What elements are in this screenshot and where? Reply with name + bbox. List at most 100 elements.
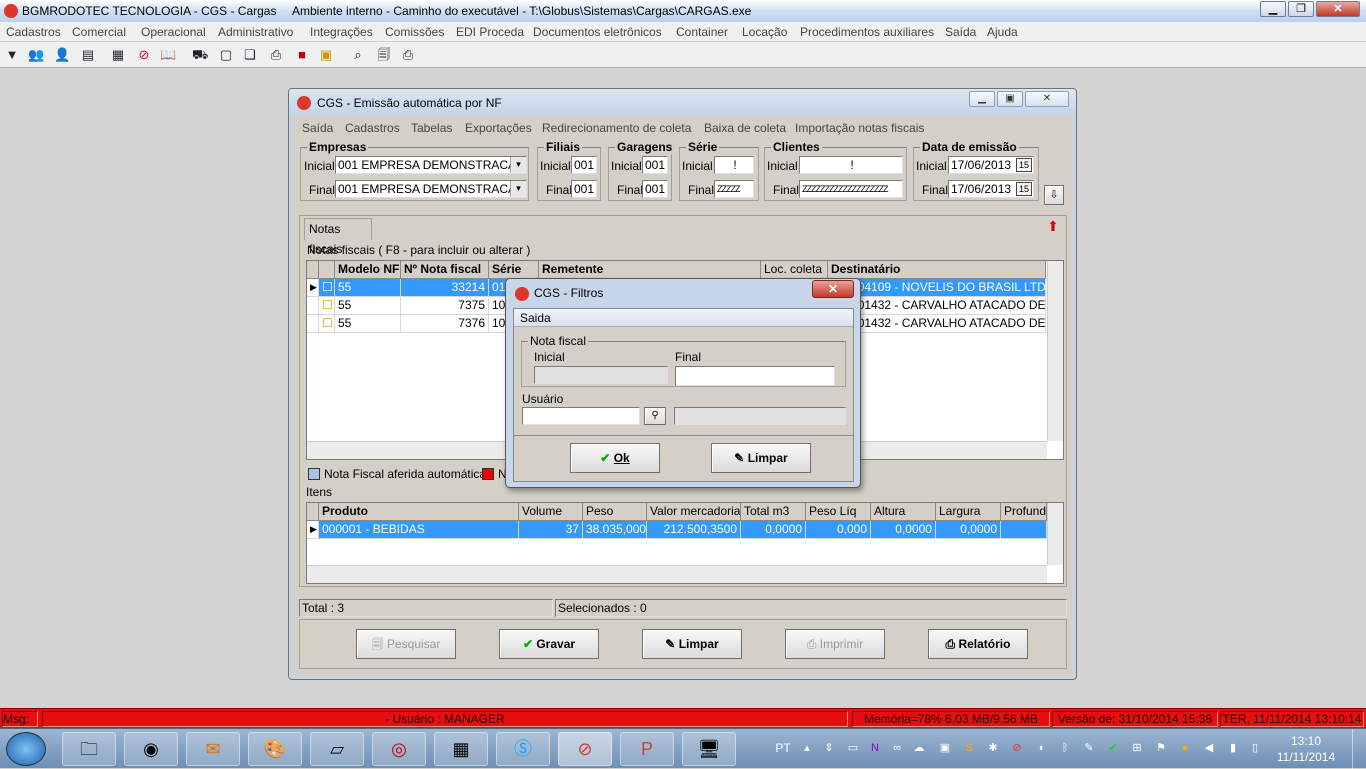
- data-final-input[interactable]: 17/06/2013 15: [948, 180, 1034, 198]
- outlook-taskbar-icon[interactable]: ✉: [186, 732, 240, 766]
- col-produto[interactable]: Produto: [319, 503, 519, 521]
- gravar-button[interactable]: ✔ Gravar: [499, 629, 599, 659]
- checkbox[interactable]: ☐: [319, 297, 335, 315]
- arrow-up-icon[interactable]: ⬆: [1044, 218, 1062, 238]
- menu-cadastros[interactable]: Cadastros: [6, 25, 61, 39]
- action-center-icon[interactable]: ⚑: [1154, 741, 1168, 755]
- wmenu-redirecionamento[interactable]: Redirecionamento de coleta: [542, 121, 691, 135]
- dialog-close-button[interactable]: ✕: [812, 280, 854, 298]
- col-peso[interactable]: Peso: [583, 503, 647, 521]
- onenote-icon[interactable]: N: [868, 741, 882, 755]
- window-maximize-button[interactable]: ▣: [997, 91, 1023, 107]
- wmenu-exportacoes[interactable]: Exportações: [465, 121, 532, 135]
- menu-edi-proceda[interactable]: EDI Proceda: [456, 25, 524, 39]
- battery-icon[interactable]: ▯: [1248, 741, 1262, 755]
- data-inicial-input[interactable]: 17/06/2013 15: [948, 156, 1034, 174]
- menu-operacional[interactable]: Operacional: [141, 25, 206, 39]
- filter-apply-icon[interactable]: ⇩: [1044, 185, 1064, 205]
- col-destinatario[interactable]: Destinatário: [828, 261, 1046, 279]
- box-icon[interactable]: ■: [294, 47, 310, 63]
- cliente-final-input[interactable]: ZZZZZZZZZZZZZZZZZZZ: [799, 180, 903, 198]
- print-icon[interactable]: ⎙: [400, 47, 416, 63]
- binoculars-icon[interactable]: ⚲: [644, 407, 666, 425]
- wmenu-cadastros[interactable]: Cadastros: [345, 121, 400, 135]
- menu-ajuda[interactable]: Ajuda: [987, 25, 1018, 39]
- col-loc-coleta[interactable]: Loc. coleta: [761, 261, 828, 279]
- book-icon[interactable]: 📖: [160, 47, 176, 63]
- calculator-taskbar-icon[interactable]: ▦: [434, 732, 488, 766]
- col-serie[interactable]: Série: [489, 261, 539, 279]
- search-document-icon[interactable]: ⌕: [350, 47, 366, 63]
- notes-taskbar-icon[interactable]: ▱: [310, 732, 364, 766]
- menu-integracoes[interactable]: Integrações: [310, 25, 373, 39]
- empresa-final-select[interactable]: 001 EMPRESA DEMONSTRACAO ▼: [335, 180, 527, 198]
- menu-administrativo[interactable]: Administrativo: [218, 25, 293, 39]
- dialog-menu-saida[interactable]: Saida: [514, 309, 853, 327]
- preview-icon[interactable]: 🗐: [376, 47, 392, 63]
- usuario-input[interactable]: [522, 407, 640, 425]
- filial-inicial-input[interactable]: 001: [571, 156, 597, 174]
- wmenu-importacao[interactable]: Importação notas fiscais: [795, 121, 924, 135]
- tray-network-icon[interactable]: ⊞: [1130, 741, 1144, 755]
- users-icon[interactable]: 👥: [28, 47, 44, 63]
- col-largura[interactable]: Largura: [936, 503, 1001, 521]
- form-icon[interactable]: ▤: [80, 47, 96, 63]
- serie-final-input[interactable]: ZZZZZ: [714, 180, 754, 198]
- restore-button[interactable]: ❐: [1288, 1, 1314, 17]
- col-valor-mercadoria[interactable]: Valor mercadoria: [647, 503, 741, 521]
- window-close-button[interactable]: ✕: [1025, 91, 1069, 107]
- serie-inicial-input[interactable]: !: [714, 156, 754, 174]
- menu-comercial[interactable]: Comercial: [72, 25, 126, 39]
- skype-taskbar-icon[interactable]: Ⓢ: [496, 732, 550, 766]
- nf-final-input[interactable]: [675, 366, 835, 386]
- tray-circle-icon[interactable]: ●: [1178, 741, 1192, 755]
- window-minimize-button[interactable]: ▁: [969, 91, 995, 107]
- tray-s-icon[interactable]: S: [962, 741, 976, 755]
- signal-icon[interactable]: ▮: [1226, 741, 1240, 755]
- truck-icon[interactable]: ⛟: [192, 47, 208, 63]
- tray-audio-icon[interactable]: ◖: [1034, 741, 1048, 755]
- tray-bug-icon[interactable]: ✱: [986, 741, 1000, 755]
- col-numero-nf[interactable]: Nº Nota fiscal: [401, 261, 489, 279]
- col-peso-liq[interactable]: Peso Líq: [806, 503, 871, 521]
- arrow-down-icon[interactable]: ▼: [4, 47, 20, 63]
- minimize-button[interactable]: ▁: [1260, 1, 1286, 17]
- close-button[interactable]: ✕: [1316, 1, 1360, 17]
- limpar-button[interactable]: ✎ Limpar: [642, 629, 742, 659]
- imprimir-button[interactable]: ⎙ Imprimir: [785, 629, 885, 659]
- clipboard-icon[interactable]: ▣: [318, 47, 334, 63]
- explorer-taskbar-icon[interactable]: 🗀: [62, 732, 116, 766]
- cgs-taskbar-icon[interactable]: ⊘: [558, 732, 612, 766]
- person-icon[interactable]: 👤: [54, 47, 70, 63]
- start-button[interactable]: [6, 732, 46, 766]
- nf-inicial-input[interactable]: [534, 366, 668, 384]
- tray-app-icon[interactable]: ⊘: [1010, 741, 1024, 755]
- tray-cloud-icon[interactable]: ☁: [912, 741, 926, 755]
- wmenu-tabelas[interactable]: Tabelas: [411, 121, 452, 135]
- vertical-scrollbar[interactable]: [1047, 261, 1063, 441]
- menu-locacao[interactable]: Locação: [742, 25, 787, 39]
- vertical-scrollbar[interactable]: [1047, 503, 1063, 565]
- relatorio-button[interactable]: ⎙ Relatório: [928, 629, 1028, 659]
- chevron-down-icon[interactable]: ▼: [510, 157, 526, 173]
- app-taskbar-icon[interactable]: ◎: [372, 732, 426, 766]
- show-desktop-button[interactable]: [1352, 729, 1366, 769]
- powerpoint-taskbar-icon[interactable]: P: [620, 732, 674, 766]
- volume-icon[interactable]: ◀: [1202, 741, 1216, 755]
- chevron-down-icon[interactable]: ▼: [510, 181, 526, 197]
- paint-taskbar-icon[interactable]: 🎨: [248, 732, 302, 766]
- dialog-limpar-button[interactable]: ✎ Limpar: [711, 443, 811, 473]
- tray-link-icon[interactable]: ∞: [890, 741, 904, 755]
- remote-desktop-taskbar-icon[interactable]: 🖥: [682, 732, 736, 766]
- calendar-icon[interactable]: 15: [1016, 158, 1032, 172]
- wmenu-baixa-coleta[interactable]: Baixa de coleta: [704, 121, 786, 135]
- checkbox[interactable]: ☐: [319, 315, 335, 333]
- tray-arrows-icon[interactable]: ⇕: [822, 741, 836, 755]
- menu-documentos-eletronicos[interactable]: Documentos eletrônicos: [533, 25, 662, 39]
- wmenu-saida[interactable]: Saída: [302, 121, 333, 135]
- cliente-inicial-input[interactable]: !: [799, 156, 903, 174]
- checkbox[interactable]: ☐: [319, 279, 335, 297]
- menu-comissoes[interactable]: Comissões: [385, 25, 444, 39]
- tray-check-icon[interactable]: ✔: [1106, 741, 1120, 755]
- col-total-m3[interactable]: Total m3: [741, 503, 806, 521]
